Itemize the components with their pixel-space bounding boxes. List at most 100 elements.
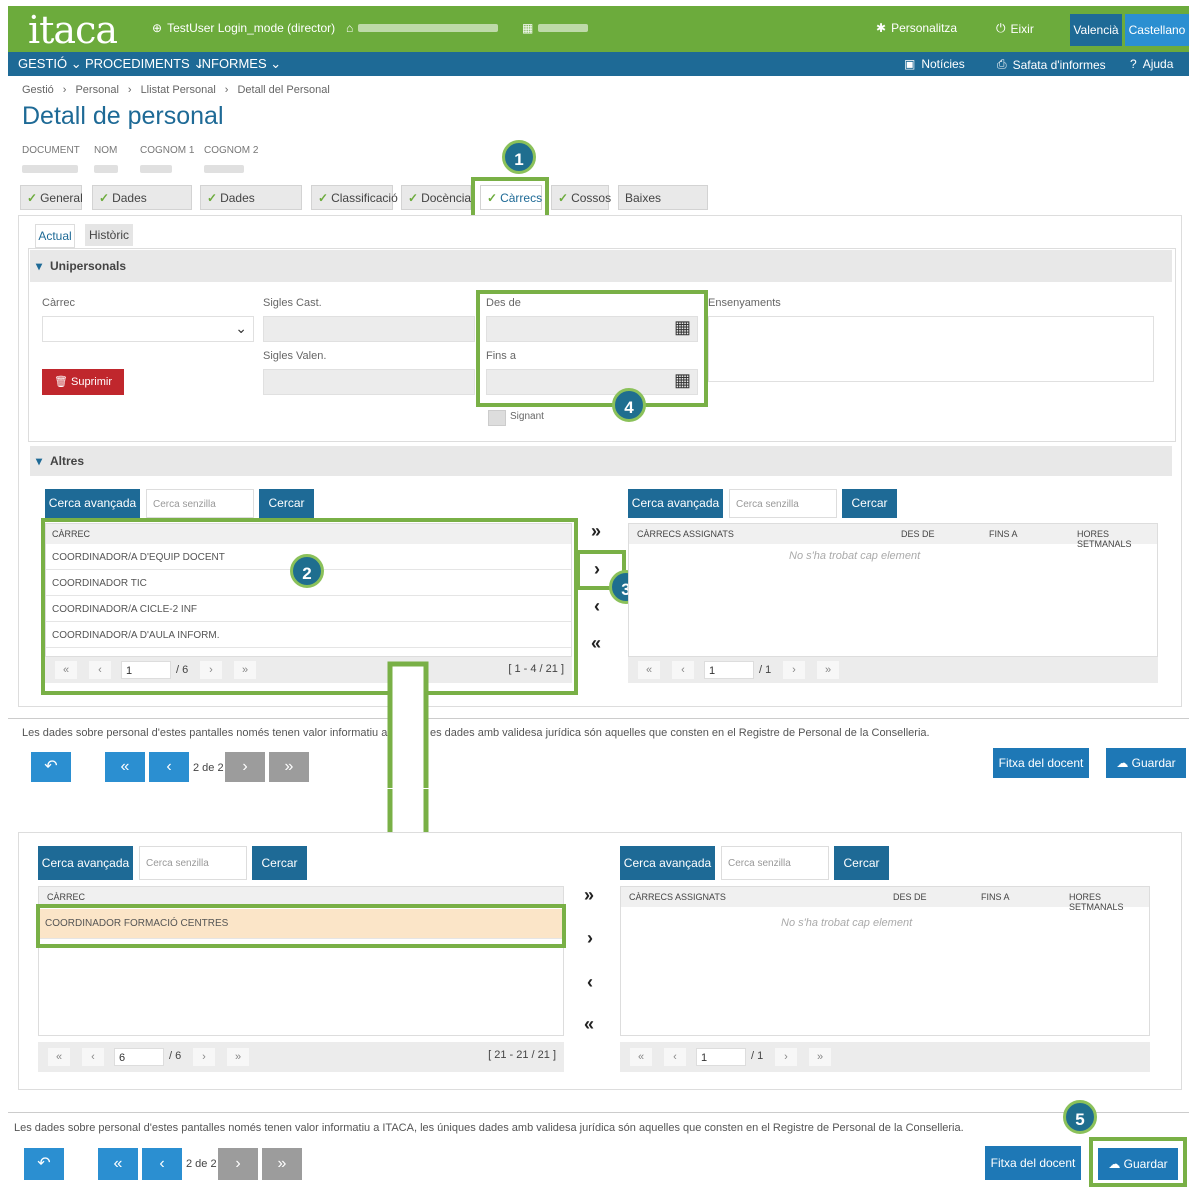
check-icon: ✓	[558, 191, 569, 205]
unipersonals-header[interactable]: Unipersonals	[30, 250, 1172, 282]
subtab-historic[interactable]: Històric	[85, 224, 133, 246]
advanced-search-button-right[interactable]: Cerca avançada	[620, 846, 715, 880]
prev-page-icon[interactable]: ‹	[664, 1048, 686, 1066]
column-header-hores: HORES SETMANALS	[1069, 892, 1124, 912]
first-record-button[interactable]: «	[105, 752, 145, 782]
simple-search-input[interactable]: Cerca senzilla	[146, 489, 254, 518]
reports-tray-label: Safata d'informes	[1012, 57, 1106, 72]
save-button[interactable]: ☁ Guardar	[1106, 748, 1186, 778]
first-page-icon[interactable]: «	[630, 1048, 652, 1066]
teacher-file-button[interactable]: Fitxa del docent	[985, 1146, 1081, 1180]
breadcrumb-gestio[interactable]: Gestió	[22, 84, 54, 96]
next-page-icon[interactable]: ›	[783, 661, 805, 679]
back-button[interactable]: ↶	[31, 752, 71, 782]
building-icon: ⌂	[346, 21, 354, 35]
chevron-down-icon: ⌄	[235, 320, 247, 336]
label-document: DOCUMENT	[22, 145, 80, 156]
back-button[interactable]: ↶	[24, 1148, 64, 1180]
ensenyaments-field[interactable]	[708, 316, 1154, 382]
tab-cossos[interactable]: ✓ Cossos	[551, 185, 611, 210]
menu-informes[interactable]: INFORMES ⌄	[198, 56, 281, 72]
tab-classificacio[interactable]: ✓ Classificació	[311, 185, 398, 210]
prev-page-icon[interactable]: ‹	[672, 661, 694, 679]
next-page-icon[interactable]: ›	[775, 1048, 797, 1066]
help-link[interactable]: ? Ajuda	[1130, 57, 1173, 71]
itaca-logo: itaca	[28, 8, 118, 52]
move-all-left-icon[interactable]: «	[591, 633, 601, 654]
move-left-icon[interactable]: ‹	[594, 596, 600, 617]
move-all-left-icon[interactable]: «	[584, 1014, 594, 1035]
double-chevron-right-icon: »	[284, 758, 294, 775]
last-record-button[interactable]: »	[269, 752, 309, 782]
search-button[interactable]: Cercar	[259, 489, 314, 518]
teacher-file-button[interactable]: Fitxa del docent	[993, 748, 1089, 778]
last-record-button[interactable]: »	[262, 1148, 302, 1180]
personalize-link[interactable]: ✱ Personalitza	[876, 21, 957, 35]
double-chevron-left-icon: «	[113, 1155, 123, 1172]
news-link[interactable]: ▣ Notícies	[904, 57, 965, 71]
last-page-icon[interactable]: »	[227, 1048, 249, 1066]
help-label: Ajuda	[1142, 57, 1174, 71]
lang-valencian-button[interactable]: Valencià	[1070, 14, 1122, 46]
first-page-icon[interactable]: «	[48, 1048, 70, 1066]
last-page-icon[interactable]: »	[809, 1048, 831, 1066]
next-record-button[interactable]: ›	[218, 1148, 258, 1180]
tab-general[interactable]: ✓ General	[20, 185, 83, 210]
menu-procediments[interactable]: PROCEDIMENTS ⌄	[85, 56, 204, 72]
carrec-select[interactable]: ⌄	[42, 316, 254, 342]
step-badge-1: 1	[502, 140, 536, 174]
reports-tray-link[interactable]: ⎙ Safata d'informes	[997, 57, 1106, 72]
cognom2-blurred	[204, 165, 244, 173]
prev-record-button[interactable]: ‹	[149, 752, 189, 782]
simple-search-input[interactable]: Cerca senzilla	[139, 846, 247, 880]
centre-info: ⌂	[346, 21, 499, 35]
page-input[interactable]: 1	[696, 1048, 746, 1066]
lang-spanish-button[interactable]: Castellano	[1125, 14, 1189, 46]
sigles-cast-input[interactable]	[263, 316, 475, 342]
last-page-icon[interactable]: »	[817, 661, 839, 679]
next-record-button[interactable]: ›	[225, 752, 265, 782]
move-all-right-icon[interactable]: »	[584, 885, 594, 906]
signant-label: Signant	[510, 411, 544, 422]
move-all-right-icon[interactable]: »	[591, 521, 601, 542]
printer-icon: ⎙	[997, 57, 1007, 71]
move-left-icon[interactable]: ‹	[587, 972, 593, 993]
move-right-icon[interactable]: ›	[587, 928, 593, 949]
main-nav: GESTIÓ ⌄ PROCEDIMENTS ⌄ INFORMES ⌄ ▣ Notí…	[8, 52, 1189, 76]
sigles-valen-input[interactable]	[263, 369, 475, 395]
tab-docencia[interactable]: ✓ Docència	[401, 185, 471, 210]
prev-record-button[interactable]: ‹	[142, 1148, 182, 1180]
first-page-icon[interactable]: «	[638, 661, 660, 679]
menu-gestio[interactable]: GESTIÓ ⌄	[18, 56, 82, 72]
page-input[interactable]: 1	[704, 661, 754, 679]
check-icon: ✓	[99, 191, 110, 205]
simple-search-input-right[interactable]: Cerca senzilla	[729, 489, 837, 518]
page-total: / 6	[169, 1050, 182, 1062]
subtab-actual[interactable]: Actual	[35, 224, 75, 248]
assigned-grid-header: CÀRRECS ASSIGNATS DES DE FINS A HORES SE…	[629, 524, 1157, 549]
chevron-right-icon: ›	[127, 84, 132, 96]
page-input[interactable]: 6	[114, 1048, 164, 1066]
advanced-search-button[interactable]: Cerca avançada	[45, 489, 140, 518]
search-button-right[interactable]: Cercar	[834, 846, 889, 880]
search-button-right[interactable]: Cercar	[842, 489, 897, 518]
first-record-button[interactable]: «	[98, 1148, 138, 1180]
signant-checkbox[interactable]	[488, 410, 506, 426]
tab-dades-contacte[interactable]: ✓Dades Contacte	[92, 185, 192, 230]
advanced-search-button-right[interactable]: Cerca avançada	[628, 489, 723, 518]
advanced-search-button[interactable]: Cerca avançada	[38, 846, 133, 880]
search-button[interactable]: Cercar	[252, 846, 307, 880]
tab-dades-bancaries[interactable]: ✓Dades Bancàries	[200, 185, 302, 230]
delete-button[interactable]: 🗑 Suprimir	[42, 369, 124, 395]
simple-search-input-right[interactable]: Cerca senzilla	[721, 846, 829, 880]
empty-message: No s'ha trobat cap element	[789, 550, 921, 562]
exit-link[interactable]: ⏻ Eixir	[996, 21, 1034, 36]
trash-icon: 🗑	[54, 376, 68, 388]
next-page-icon[interactable]: ›	[193, 1048, 215, 1066]
prev-page-icon[interactable]: ‹	[82, 1048, 104, 1066]
altres-header[interactable]: Altres	[30, 446, 1172, 476]
tab-baixes-mediques[interactable]: Baixes Mèdiques	[618, 185, 708, 230]
breadcrumb-personal[interactable]: Personal	[75, 84, 118, 96]
breadcrumb-llistat[interactable]: Llistat Personal	[141, 84, 216, 96]
record-counter: 2 de 2	[193, 762, 224, 774]
